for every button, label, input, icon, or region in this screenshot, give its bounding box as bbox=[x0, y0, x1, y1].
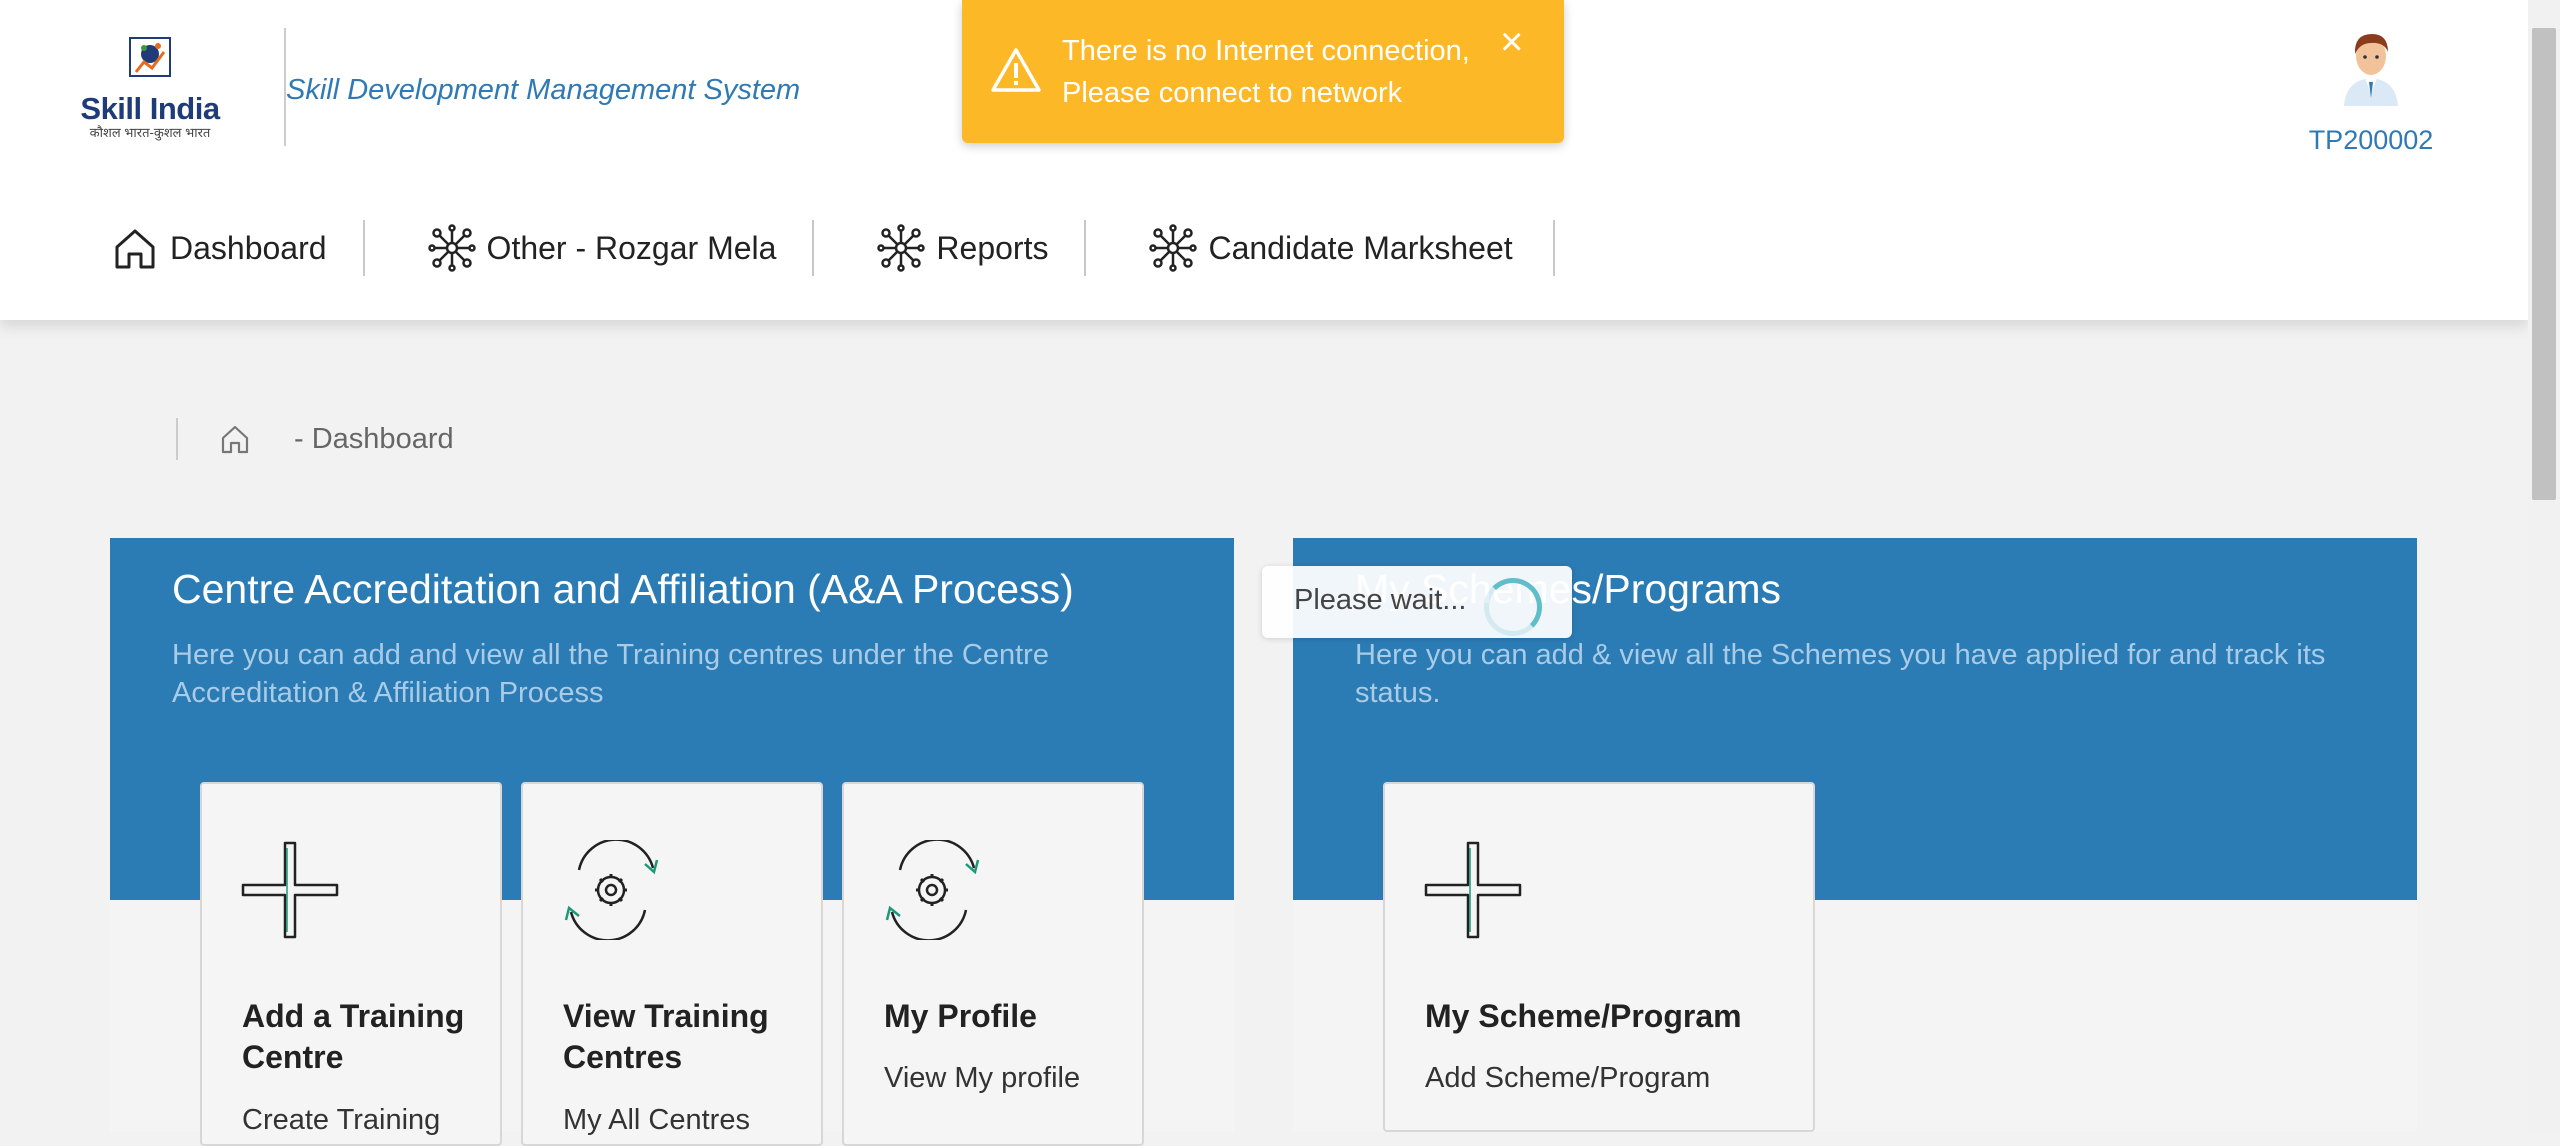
nav-dashboard[interactable]: Dashboard bbox=[100, 220, 365, 276]
breadcrumb-home-icon[interactable] bbox=[218, 422, 252, 456]
spinner-icon bbox=[1484, 578, 1542, 636]
card-subtitle: Create Training bbox=[242, 1104, 441, 1136]
home-icon bbox=[115, 229, 155, 269]
card-title: Add a Training Centre bbox=[242, 998, 465, 1075]
page-scrollbar[interactable] bbox=[2528, 0, 2560, 1132]
toast-close-button[interactable]: × bbox=[1500, 22, 1523, 62]
breadcrumb-separator: - bbox=[294, 422, 304, 455]
nav-candidate-marksheet-label: Candidate Marksheet bbox=[1208, 229, 1513, 266]
network-icon bbox=[427, 224, 476, 272]
card-subtitle: Add Scheme/Program bbox=[1425, 1062, 1711, 1094]
user-id: TP200002 bbox=[2308, 125, 2434, 155]
loading-indicator: Please wait... bbox=[1262, 566, 1572, 638]
user-avatar-icon bbox=[2344, 34, 2398, 106]
aa-process-panel: Centre Accreditation and Affiliation (A&… bbox=[110, 538, 1234, 1146]
nav-dashboard-label: Dashboard bbox=[170, 229, 327, 266]
nav-reports-label: Reports bbox=[936, 229, 1049, 266]
nav-rozgar-mela[interactable]: Other - Rozgar Mela bbox=[417, 220, 815, 276]
plus-icon bbox=[241, 841, 339, 939]
nav-candidate-marksheet[interactable]: Candidate Marksheet bbox=[1138, 220, 1555, 276]
gear-refresh-icon bbox=[564, 840, 659, 940]
user-menu[interactable]: TP200002 bbox=[2296, 28, 2446, 156]
scrollbar-thumb[interactable] bbox=[2532, 28, 2556, 500]
loading-text: Please wait... bbox=[1294, 584, 1467, 616]
card-subtitle: My All Centres bbox=[563, 1104, 750, 1136]
panel-description: Here you can add & view all the Schemes … bbox=[1355, 639, 2326, 709]
breadcrumb-current: Dashboard bbox=[311, 422, 454, 455]
logo-title: Skill India bbox=[80, 91, 220, 126]
card-title: My Scheme/Program bbox=[1425, 998, 1742, 1034]
main-nav: Dashboard Other - Rozgar Mela Reports Ca… bbox=[100, 212, 1555, 284]
card-title: My Profile bbox=[884, 998, 1037, 1034]
view-training-centres-card[interactable]: View Training Centres My All Centres bbox=[521, 782, 823, 1146]
skill-india-logo[interactable]: Skill India कौशल भारत-कुशल भारत bbox=[80, 32, 220, 147]
offline-toast: There is no Internet connection, Please … bbox=[962, 0, 1564, 143]
app-title: Skill Development Management System bbox=[286, 74, 801, 106]
warning-icon bbox=[991, 48, 1041, 92]
my-scheme-program-card[interactable]: My Scheme/Program Add Scheme/Program bbox=[1383, 782, 1815, 1132]
toast-message: There is no Internet connection, Please … bbox=[1062, 35, 1470, 109]
panel-title: Centre Accreditation and Affiliation (A&… bbox=[172, 566, 1074, 612]
gear-refresh-icon bbox=[885, 840, 980, 940]
nav-reports[interactable]: Reports bbox=[866, 220, 1087, 276]
network-icon bbox=[1149, 224, 1198, 272]
card-subtitle: View My profile bbox=[884, 1062, 1081, 1094]
nav-rozgar-mela-label: Other - Rozgar Mela bbox=[486, 229, 777, 266]
add-training-centre-card[interactable]: Add a Training Centre Create Training bbox=[200, 782, 502, 1146]
plus-icon bbox=[1424, 841, 1522, 939]
network-icon bbox=[877, 224, 926, 272]
my-profile-card[interactable]: My Profile View My profile bbox=[842, 782, 1144, 1146]
skill-india-emblem-icon bbox=[129, 37, 171, 77]
card-title: View Training Centres bbox=[563, 998, 769, 1075]
logo-tagline: कौशल भारत-कुशल भारत bbox=[89, 125, 211, 140]
panel-description: Here you can add and view all the Traini… bbox=[172, 639, 1049, 709]
breadcrumb: - Dashboard bbox=[176, 418, 454, 460]
